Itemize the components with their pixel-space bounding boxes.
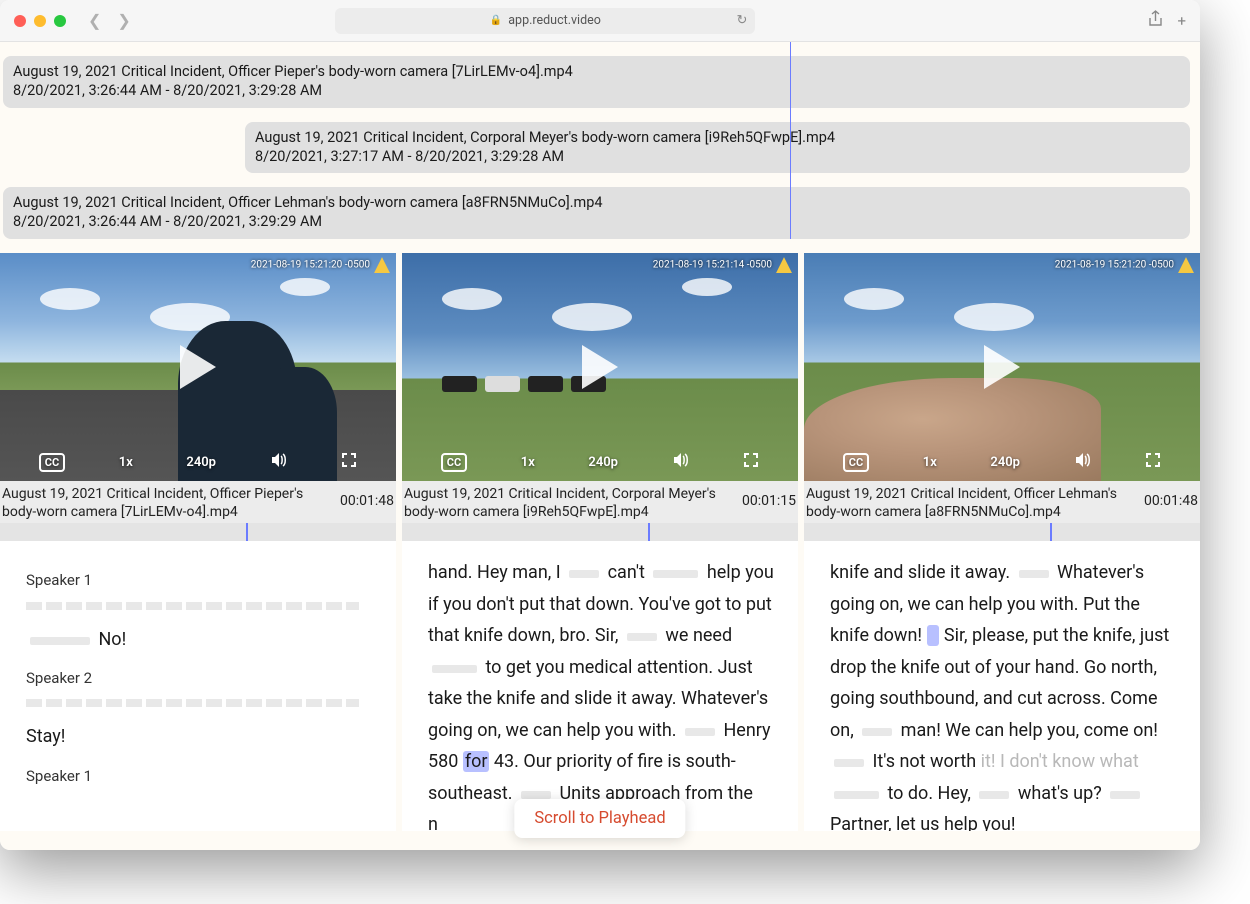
forward-button[interactable]: ❯ — [113, 11, 134, 30]
transcript-scrubber[interactable] — [804, 523, 1200, 541]
tape-title: August 19, 2021 Critical Incident, Offic… — [13, 194, 1180, 213]
video-timestamp-overlay: 2021-08-19 15:21:20 -0500 — [251, 257, 390, 273]
video-controls: CC 1x 240p — [804, 451, 1200, 473]
speed-control[interactable]: 1x — [521, 455, 535, 470]
cc-toggle[interactable]: CC — [441, 453, 467, 472]
play-button[interactable] — [984, 345, 1020, 389]
play-button[interactable] — [180, 345, 216, 389]
tape-bar[interactable]: August 19, 2021 Critical Incident, Offic… — [3, 187, 1190, 239]
video-player[interactable]: 2021-08-19 15:21:20 -0500 CC 1x 240p — [804, 253, 1200, 481]
browser-window: ❮ ❯ 🔒 app.reduct.video ↻ + August 19, 20… — [0, 0, 1200, 850]
fullscreen-icon[interactable] — [743, 452, 759, 472]
tape-bar[interactable]: August 19, 2021 Critical Incident, Corpo… — [245, 122, 1190, 174]
video-controls: CC 1x 240p — [0, 451, 396, 473]
refresh-button[interactable]: ↻ — [736, 13, 747, 28]
video-cell: 2021-08-19 15:21:20 -0500 CC 1x 240p Aug… — [804, 253, 1200, 831]
video-timestamp-overlay: 2021-08-19 15:21:14 -0500 — [653, 257, 792, 273]
timeline-tape-region: August 19, 2021 Critical Incident, Offic… — [0, 42, 1200, 239]
video-grid: 2021-08-19 15:21:20 -0500 CC 1x 240p Aug… — [0, 253, 1200, 831]
back-button[interactable]: ❮ — [84, 11, 105, 30]
close-window-button[interactable] — [14, 15, 26, 27]
tape-range: 8/20/2021, 3:27:17 AM - 8/20/2021, 3:29:… — [255, 148, 1180, 167]
transcript-line: Stay! — [26, 721, 376, 753]
silence-gap — [26, 699, 359, 707]
video-title: August 19, 2021 Critical Incident, Offic… — [2, 485, 340, 521]
lock-icon: 🔒 — [490, 15, 502, 26]
app-content: August 19, 2021 Critical Incident, Offic… — [0, 42, 1200, 850]
url-text: app.reduct.video — [508, 13, 601, 28]
transcript-scrubber[interactable] — [0, 523, 396, 541]
video-timestamp-overlay: 2021-08-19 15:21:20 -0500 — [1055, 257, 1194, 273]
video-time: 00:01:48 — [1144, 485, 1198, 509]
video-time: 00:01:15 — [742, 485, 796, 509]
toolbar-right: + — [1148, 10, 1186, 31]
speaker-label: Speaker 2 — [26, 665, 376, 691]
transcript-scrubber[interactable] — [402, 523, 798, 541]
quality-control[interactable]: 240p — [588, 455, 618, 470]
quality-control[interactable]: 240p — [186, 455, 216, 470]
playhead-word — [927, 625, 940, 646]
url-bar[interactable]: 🔒 app.reduct.video ↻ — [335, 8, 755, 34]
browser-titlebar: ❮ ❯ 🔒 app.reduct.video ↻ + — [0, 0, 1200, 42]
video-player[interactable]: 2021-08-19 15:21:20 -0500 CC 1x 240p — [0, 253, 396, 481]
video-title-row: August 19, 2021 Critical Incident, Corpo… — [402, 481, 798, 523]
cc-toggle[interactable]: CC — [39, 453, 65, 472]
cc-toggle[interactable]: CC — [843, 453, 869, 472]
volume-icon[interactable] — [1074, 451, 1092, 473]
video-title: August 19, 2021 Critical Incident, Corpo… — [404, 485, 742, 521]
play-button[interactable] — [582, 345, 618, 389]
video-controls: CC 1x 240p — [402, 451, 798, 473]
volume-icon[interactable] — [672, 451, 690, 473]
tape-bar[interactable]: August 19, 2021 Critical Incident, Offic… — [3, 56, 1190, 108]
video-title: August 19, 2021 Critical Incident, Offic… — [806, 485, 1144, 521]
minimize-window-button[interactable] — [34, 15, 46, 27]
fullscreen-icon[interactable] — [341, 452, 357, 472]
video-title-row: August 19, 2021 Critical Incident, Offic… — [0, 481, 396, 523]
tape-range: 8/20/2021, 3:26:44 AM - 8/20/2021, 3:29:… — [13, 213, 1180, 232]
window-controls — [14, 15, 66, 27]
silence-gap — [26, 602, 359, 610]
video-title-row: August 19, 2021 Critical Incident, Offic… — [804, 481, 1200, 523]
share-icon[interactable] — [1148, 10, 1163, 31]
tape-title: August 19, 2021 Critical Incident, Corpo… — [255, 129, 1180, 148]
transcript-panel[interactable]: knife and slide it away. Whatever's goin… — [804, 541, 1200, 831]
maximize-window-button[interactable] — [54, 15, 66, 27]
video-cell: 2021-08-19 15:21:14 -0500 CC 1x 240p Aug… — [402, 253, 798, 831]
speaker-label: Speaker 1 — [26, 567, 376, 593]
playhead-word: for — [463, 751, 490, 772]
timeline-playhead[interactable] — [790, 42, 791, 239]
speaker-label: Speaker 1 — [26, 763, 376, 789]
scroll-to-playhead-button[interactable]: Scroll to Playhead — [514, 799, 685, 838]
new-tab-button[interactable]: + — [1177, 12, 1186, 30]
quality-control[interactable]: 240p — [990, 455, 1020, 470]
transcript-panel[interactable]: hand. Hey man, I can't help you if you d… — [402, 541, 798, 831]
tape-title: August 19, 2021 Critical Incident, Offic… — [13, 63, 1180, 82]
video-cell: 2021-08-19 15:21:20 -0500 CC 1x 240p Aug… — [0, 253, 396, 831]
speed-control[interactable]: 1x — [923, 455, 937, 470]
volume-icon[interactable] — [270, 451, 288, 473]
speed-control[interactable]: 1x — [119, 455, 133, 470]
transcript-panel[interactable]: Speaker 1 No! Speaker 2 Stay! Speaker 1 — [0, 541, 396, 831]
video-player[interactable]: 2021-08-19 15:21:14 -0500 CC 1x 240p — [402, 253, 798, 481]
low-confidence-text: it! I don't know what — [981, 751, 1139, 772]
video-time: 00:01:48 — [340, 485, 394, 509]
tape-range: 8/20/2021, 3:26:44 AM - 8/20/2021, 3:29:… — [13, 82, 1180, 101]
fullscreen-icon[interactable] — [1145, 452, 1161, 472]
transcript-line: No! — [26, 624, 376, 656]
